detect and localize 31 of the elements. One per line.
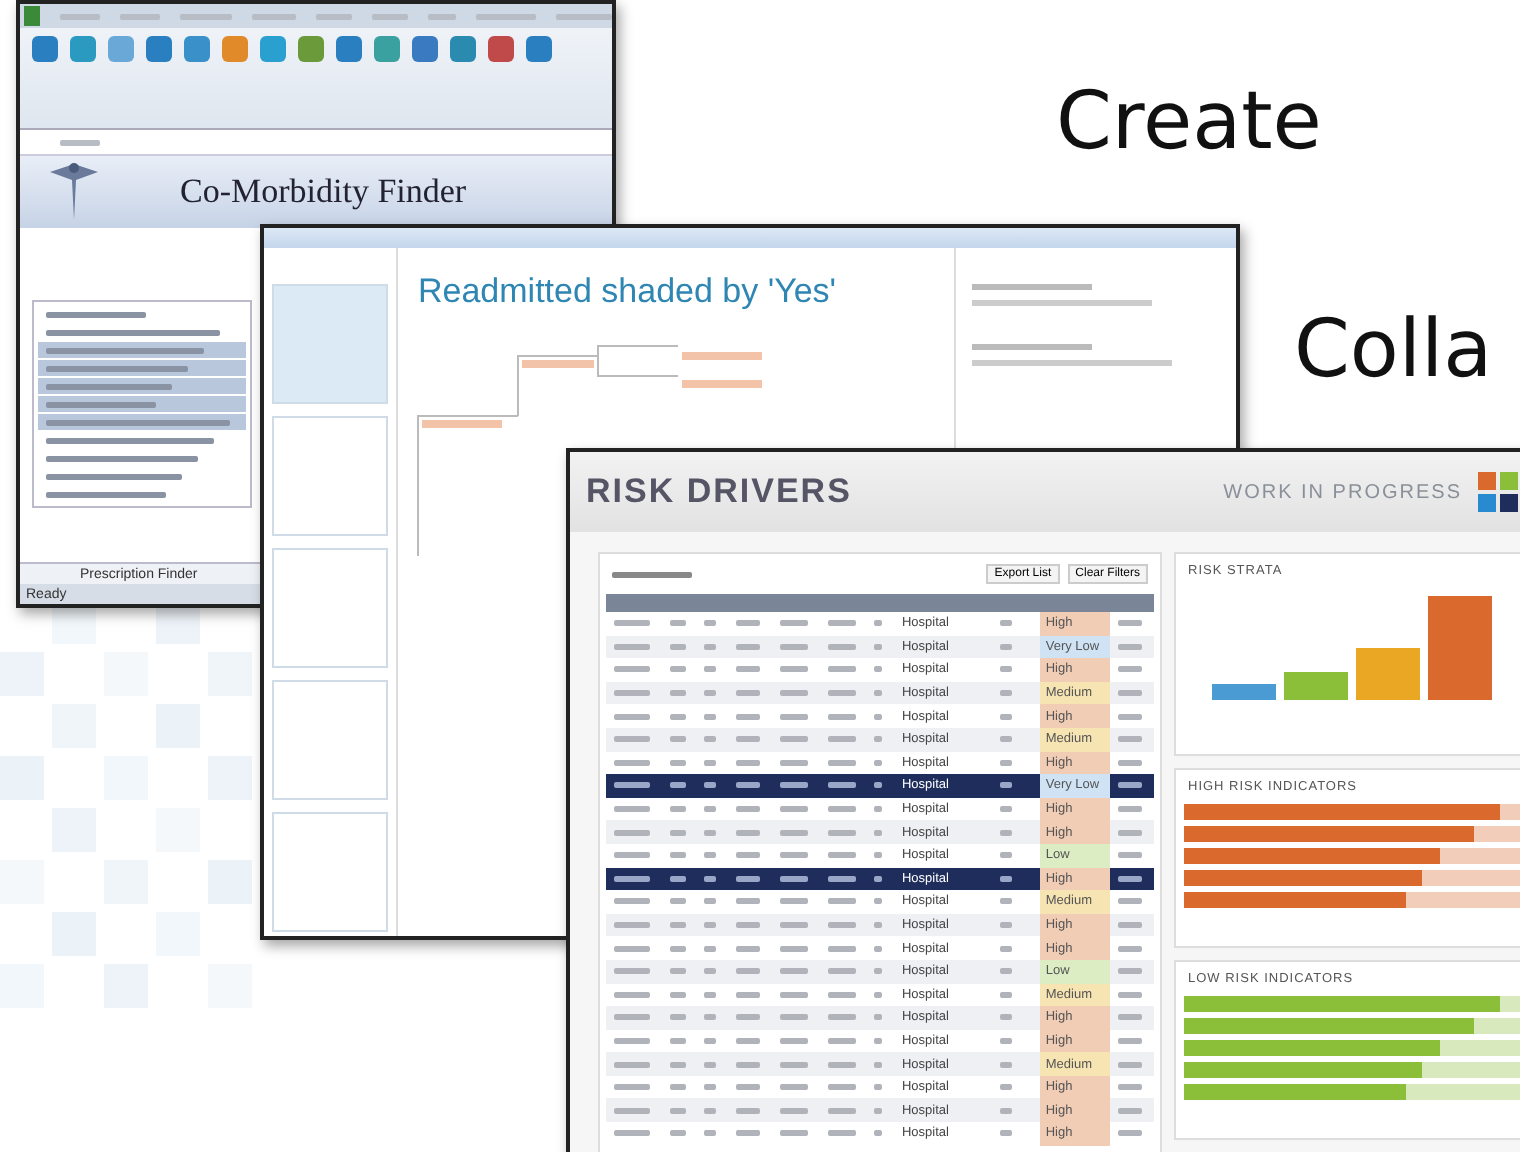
toolbar-icon[interactable] bbox=[146, 36, 172, 62]
logo-icon bbox=[1478, 472, 1518, 512]
slide-heading: Colla bbox=[1294, 304, 1493, 396]
toolbar-icon[interactable] bbox=[32, 36, 58, 62]
toolbar-icon[interactable] bbox=[450, 36, 476, 62]
diagnosis-row[interactable] bbox=[38, 360, 246, 376]
toolbar-icon[interactable] bbox=[412, 36, 438, 62]
toolbar-icon[interactable] bbox=[222, 36, 248, 62]
toolbar-icon[interactable] bbox=[526, 36, 552, 62]
toolbar-icon[interactable] bbox=[374, 36, 400, 62]
toolbar-icon[interactable] bbox=[488, 36, 514, 62]
slide-heading: Create bbox=[1056, 76, 1322, 168]
diagnosis-row[interactable] bbox=[38, 342, 246, 358]
diagnosis-row[interactable] bbox=[38, 414, 246, 430]
toolbar-icon[interactable] bbox=[260, 36, 286, 62]
chart-heading: Readmitted shaded by 'Yes' bbox=[416, 270, 839, 314]
thumbnail[interactable] bbox=[272, 548, 388, 668]
thumbnail[interactable] bbox=[272, 680, 388, 800]
toolbar-icon[interactable] bbox=[108, 36, 134, 62]
diagnosis-row[interactable] bbox=[38, 396, 246, 412]
banner-text: WORK IN PROGRESS bbox=[1223, 481, 1462, 503]
toolbar-icon[interactable] bbox=[298, 36, 324, 62]
thumbnail[interactable] bbox=[272, 416, 388, 536]
diagnosis-row[interactable] bbox=[38, 378, 246, 394]
thumbnail[interactable] bbox=[272, 812, 388, 932]
thumbnail[interactable] bbox=[272, 284, 388, 404]
dashboard-title: RISK DRIVERS bbox=[586, 472, 852, 512]
toolbar-icon[interactable] bbox=[184, 36, 210, 62]
toolbar-icon[interactable] bbox=[336, 36, 362, 62]
app-title: Co-Morbidity Finder bbox=[180, 172, 467, 212]
toolbar-icon[interactable] bbox=[70, 36, 96, 62]
